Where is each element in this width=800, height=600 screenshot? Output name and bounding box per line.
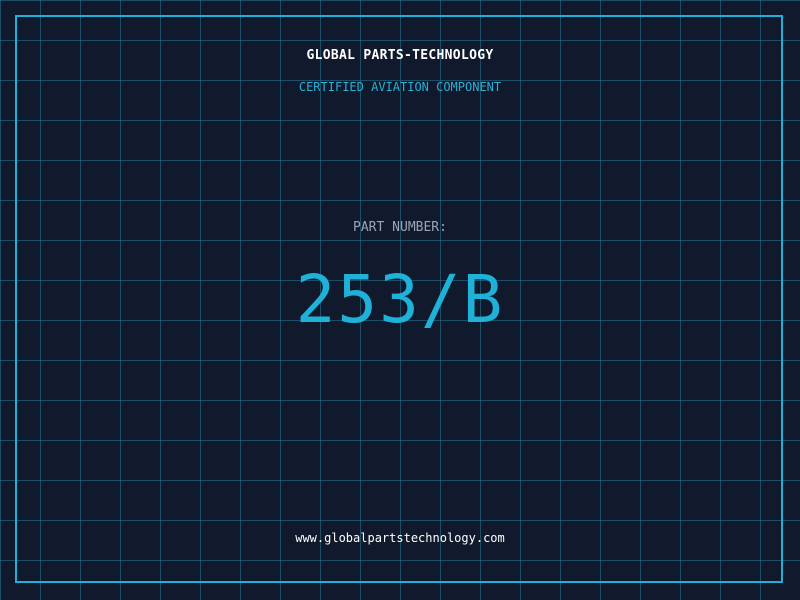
company-name: GLOBAL PARTS-TECHNOLOGY (306, 48, 494, 63)
certification-tagline: CERTIFIED AVIATION COMPONENT (298, 80, 502, 94)
part-number-label: PART NUMBER: (353, 220, 447, 235)
part-number-value: 253/B (295, 261, 505, 338)
component-label-card: GLOBAL PARTS-TECHNOLOGY CERTIFIED AVIATI… (0, 0, 800, 600)
website-url: www.globalpartstechnology.com (295, 531, 505, 545)
